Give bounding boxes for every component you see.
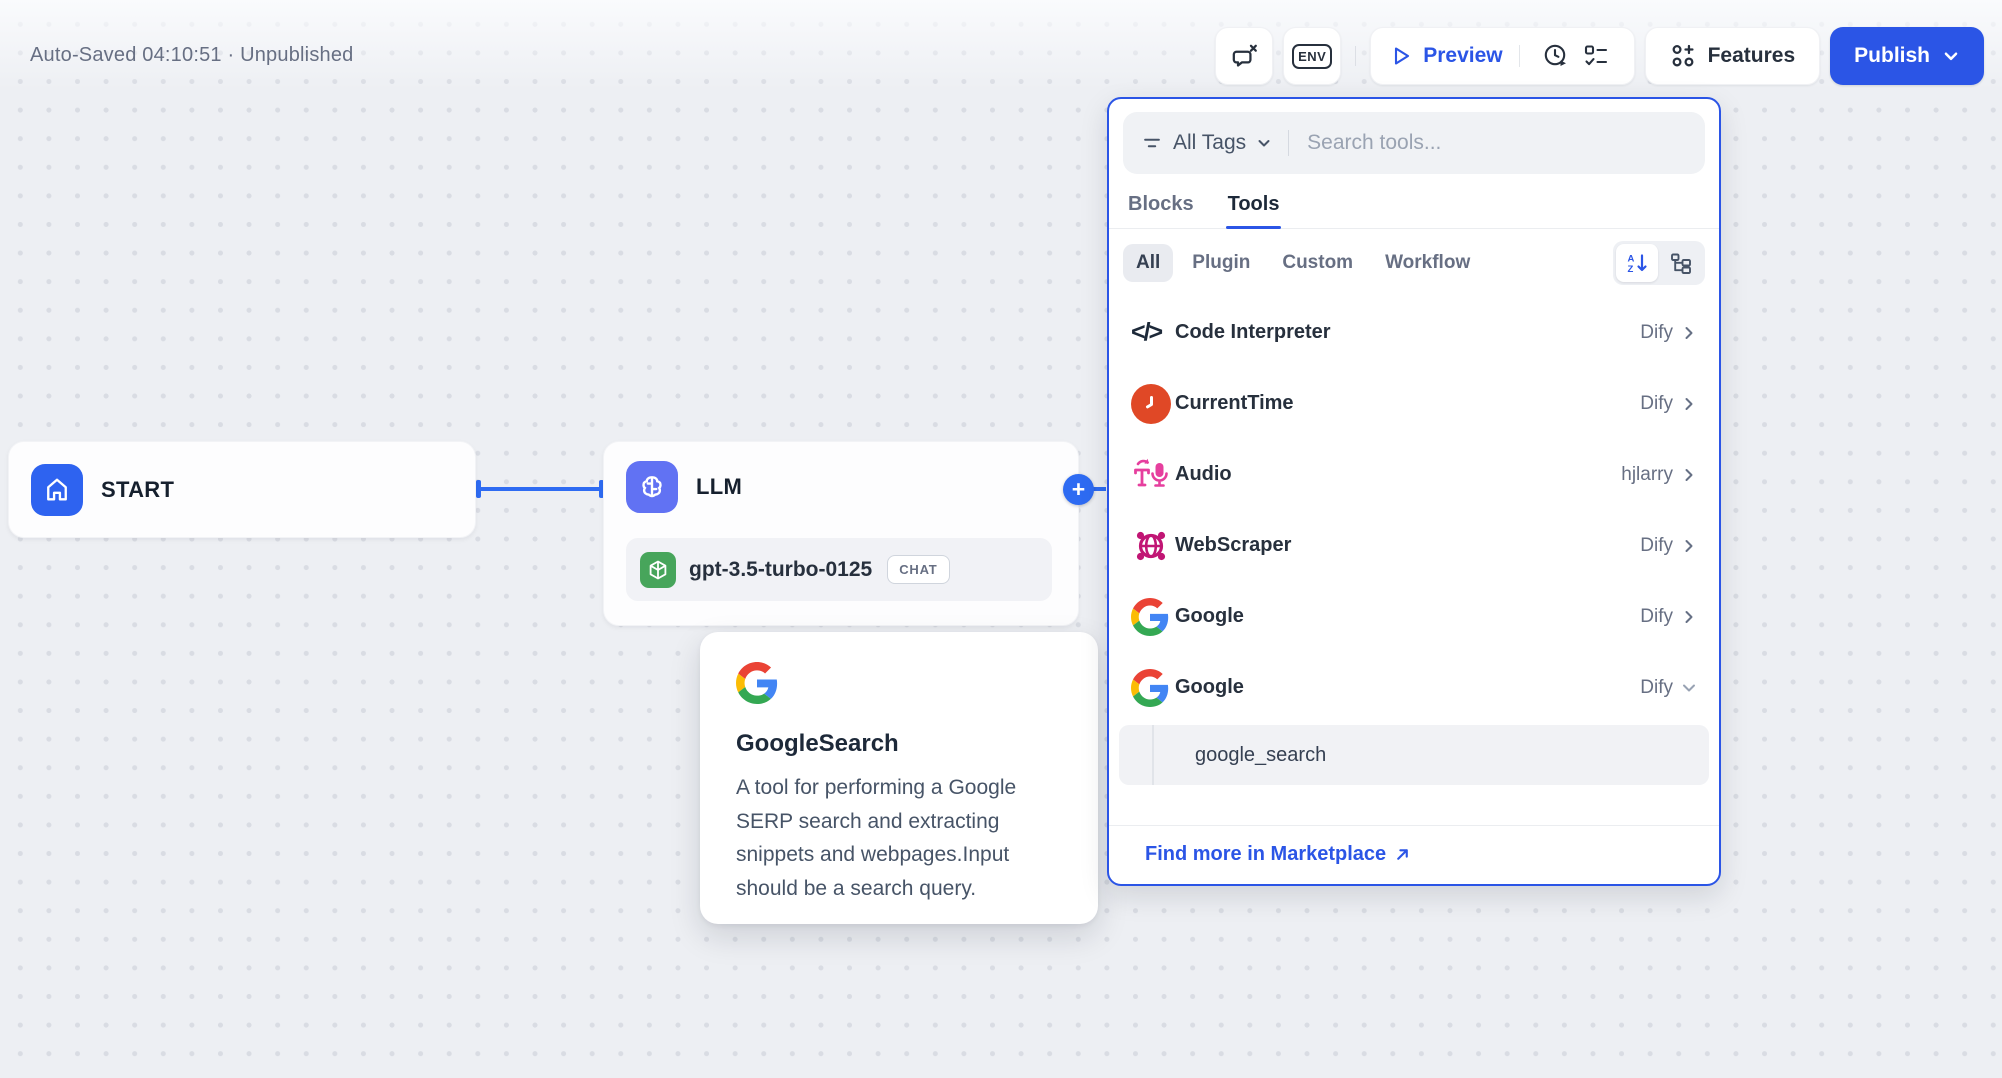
edge-start-to-llm xyxy=(476,480,604,498)
features-icon xyxy=(1670,43,1696,69)
filter-plugin[interactable]: Plugin xyxy=(1179,244,1263,282)
tool-row-audio[interactable]: Audio hjlarry xyxy=(1119,439,1709,510)
chevron-right-icon xyxy=(1681,467,1697,483)
chevron-right-icon xyxy=(1681,325,1697,341)
run-group: Preview xyxy=(1370,27,1635,85)
tree-view-icon xyxy=(1669,251,1693,275)
model-selector[interactable]: gpt-3.5-turbo-0125 CHAT xyxy=(626,538,1052,601)
tree-view-button[interactable] xyxy=(1660,244,1702,282)
pill-divider xyxy=(1518,45,1520,67)
panel-footer: Find more in Marketplace xyxy=(1109,825,1719,884)
chevron-down-icon xyxy=(1681,680,1697,696)
tool-row-google-expanded[interactable]: Google Dify xyxy=(1119,652,1709,723)
tool-detail-tooltip: GoogleSearch A tool for performing a Goo… xyxy=(700,632,1098,924)
play-icon xyxy=(1389,44,1413,68)
code-icon: </> xyxy=(1131,318,1163,346)
svg-text:A: A xyxy=(1628,254,1635,265)
checklist-button[interactable] xyxy=(1576,36,1616,76)
chevron-down-icon xyxy=(1256,135,1272,151)
view-toggle: A Z xyxy=(1613,241,1705,285)
search-input[interactable] xyxy=(1305,130,1687,156)
google-logo xyxy=(736,662,1062,704)
edge-stub xyxy=(1092,487,1106,491)
external-link-icon xyxy=(1394,846,1411,863)
panel-tabs: Blocks Tools xyxy=(1109,183,1719,229)
env-variables-button[interactable]: ENV xyxy=(1283,27,1342,85)
chevron-right-icon xyxy=(1681,609,1697,625)
search-divider xyxy=(1288,130,1290,156)
run-history-button[interactable] xyxy=(1536,36,1576,76)
chat-annotation-icon xyxy=(1229,41,1259,71)
tab-tools[interactable]: Tools xyxy=(1225,183,1282,229)
checklist-icon xyxy=(1582,42,1610,70)
text-to-speech-icon xyxy=(1131,455,1171,495)
workflow-editor: Auto-Saved 04:10:51 · Unpublished START … xyxy=(0,0,2002,1078)
model-name: gpt-3.5-turbo-0125 xyxy=(689,557,873,581)
sort-az-button[interactable]: A Z xyxy=(1616,244,1658,282)
svg-text:Z: Z xyxy=(1628,264,1634,275)
env-icon: ENV xyxy=(1292,43,1333,69)
clock-icon xyxy=(1131,383,1171,424)
tool-row-webscraper[interactable]: WebScraper Dify xyxy=(1119,510,1709,581)
start-node[interactable]: START xyxy=(8,441,476,538)
start-node-title: START xyxy=(101,477,175,502)
annotation-button[interactable] xyxy=(1215,27,1274,85)
add-node-button[interactable]: + xyxy=(1063,474,1094,505)
tab-blocks[interactable]: Blocks xyxy=(1126,183,1196,228)
filter-custom[interactable]: Custom xyxy=(1269,244,1366,282)
google-icon xyxy=(1131,668,1169,707)
chevron-down-icon xyxy=(1942,47,1960,65)
tool-type-filters: All Plugin Custom Workflow A Z xyxy=(1109,229,1719,293)
marketplace-link[interactable]: Find more in Marketplace xyxy=(1145,843,1411,866)
google-icon xyxy=(1131,597,1169,636)
llm-node-title: LLM xyxy=(696,474,743,499)
tooltip-title: GoogleSearch xyxy=(736,730,899,757)
autosave-status: Auto-Saved 04:10:51 · Unpublished xyxy=(30,44,354,66)
tool-row-code-interpreter[interactable]: </> Code Interpreter Dify xyxy=(1119,297,1709,368)
tool-list: </> Code Interpreter Dify CurrentTime Di… xyxy=(1109,293,1719,825)
preview-button[interactable]: Preview xyxy=(1389,44,1518,68)
chevron-right-icon xyxy=(1681,538,1697,554)
tool-row-google[interactable]: Google Dify xyxy=(1119,581,1709,652)
run-history-icon xyxy=(1542,42,1570,70)
toolbar: ENV Preview Features Publish xyxy=(1215,27,1984,85)
all-tags-dropdown[interactable]: All Tags xyxy=(1141,131,1272,155)
toolbar-divider xyxy=(1355,46,1357,66)
sort-az-icon: A Z xyxy=(1625,251,1649,275)
openai-icon xyxy=(640,551,676,588)
tool-item-google-search[interactable]: google_search xyxy=(1119,725,1709,785)
chevron-right-icon xyxy=(1681,396,1697,412)
block-selector-panel: All Tags Blocks Tools All Plugin Custom … xyxy=(1107,97,1721,886)
filter-icon xyxy=(1141,132,1163,154)
web-scraper-icon xyxy=(1131,526,1171,566)
model-mode-badge: CHAT xyxy=(887,555,950,584)
search-bar: All Tags xyxy=(1123,112,1705,174)
features-button[interactable]: Features xyxy=(1644,27,1821,85)
llm-node[interactable]: LLM gpt-3.5-turbo-0125 CHAT xyxy=(603,441,1079,626)
home-icon xyxy=(31,464,83,516)
publish-button[interactable]: Publish xyxy=(1830,27,1984,85)
brain-icon xyxy=(626,461,678,513)
tool-row-currenttime[interactable]: CurrentTime Dify xyxy=(1119,368,1709,439)
filter-workflow[interactable]: Workflow xyxy=(1372,244,1483,282)
tooltip-description: A tool for performing a Google SERP sear… xyxy=(736,776,1017,900)
filter-all[interactable]: All xyxy=(1123,244,1174,282)
